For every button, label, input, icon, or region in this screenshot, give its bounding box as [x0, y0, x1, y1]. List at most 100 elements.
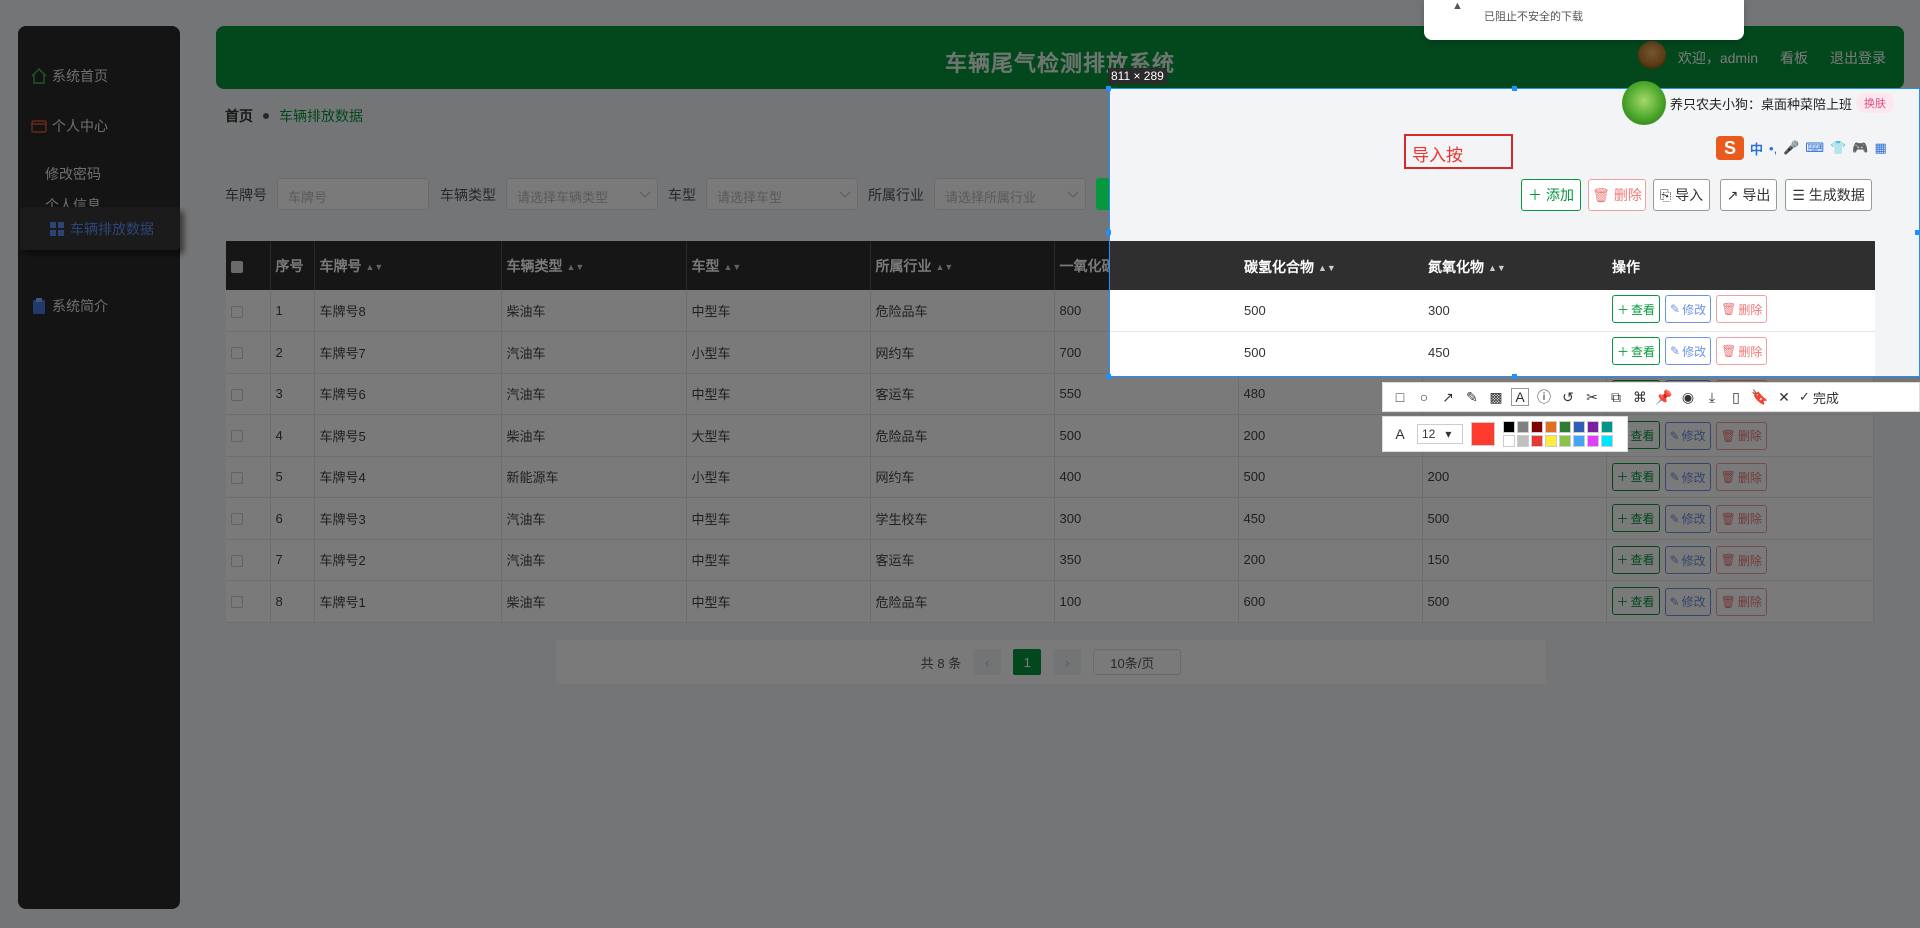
- phone-icon[interactable]: ▯: [1727, 388, 1745, 406]
- record-icon[interactable]: ◉: [1679, 388, 1697, 406]
- row-delete-button[interactable]: 🗑删除: [1715, 504, 1767, 533]
- edit-button[interactable]: ✎修改: [1664, 587, 1711, 616]
- page-button[interactable]: 1: [1013, 649, 1042, 675]
- row-delete-button[interactable]: 🗑删除: [1715, 546, 1767, 574]
- row-checkbox-cell[interactable]: [226, 497, 271, 540]
- row-checkbox-cell[interactable]: [226, 539, 271, 581]
- table-row[interactable]: 8 车牌号1 柴油车 中型车 危险品车 100 600 500 ＋查看 ✎ 修改 🗑 删除: [226, 580, 1874, 623]
- color-swatch[interactable]: [1517, 421, 1529, 433]
- color-swatch[interactable]: [1601, 435, 1613, 447]
- view-button[interactable]: ＋查看: [1611, 545, 1660, 574]
- sort-icon[interactable]: ▲▼: [1488, 263, 1506, 273]
- color-swatch[interactable]: [1559, 421, 1571, 433]
- row-checkbox-cell[interactable]: [226, 580, 271, 623]
- undo-icon[interactable]: ↺: [1559, 388, 1577, 406]
- edit-button[interactable]: ✎修改: [1665, 337, 1712, 365]
- ellipse-tool-icon[interactable]: ○: [1415, 388, 1433, 406]
- resize-handle[interactable]: [1106, 86, 1111, 91]
- gamepad-icon[interactable]: 🎮: [1852, 140, 1868, 156]
- vehicle-type-select[interactable]: 请选择车辆类型: [506, 178, 658, 210]
- col-plate[interactable]: 车牌号 ▲▼: [314, 241, 502, 290]
- news-popup[interactable]: 养只农夫小狗：桌面种菜陪上班 换肤: [1622, 81, 1920, 125]
- row-checkbox-cell[interactable]: [226, 456, 271, 498]
- color-swatch[interactable]: [1587, 421, 1599, 433]
- keyboard-icon[interactable]: ⌨: [1805, 140, 1824, 156]
- color-swatch[interactable]: [1559, 435, 1571, 447]
- news-text[interactable]: 养只农夫小狗：桌面种菜陪上班: [1670, 94, 1852, 113]
- color-swatch[interactable]: [1531, 435, 1543, 447]
- col-model[interactable]: 车型 ▲▼: [686, 241, 871, 290]
- import-button[interactable]: ⎘ 导入: [1653, 179, 1710, 211]
- color-swatch[interactable]: [1587, 435, 1599, 447]
- news-tag[interactable]: 换肤: [1856, 93, 1895, 113]
- export-button[interactable]: ↗ 导出: [1720, 179, 1777, 211]
- arrow-tool-icon[interactable]: ↗: [1439, 388, 1457, 406]
- board-link[interactable]: 看板: [1780, 48, 1808, 68]
- table-row[interactable]: 7 车牌号2 汽油车 中型车 客运车 350 200 150 ＋查看 ✎ 修改 🗑 删除: [226, 539, 1874, 581]
- download-blocked-notification[interactable]: ▲ 已阻止不安全的下载: [1424, 0, 1744, 40]
- view-button[interactable]: ＋查看: [1611, 504, 1660, 532]
- col-industry[interactable]: 所属行业 ▲▼: [870, 241, 1055, 290]
- row-delete-button[interactable]: 🗑删除: [1715, 421, 1767, 450]
- view-button[interactable]: ＋查看: [1611, 462, 1660, 491]
- sidebar-item-home[interactable]: 系统首页: [30, 66, 108, 86]
- row-checkbox-cell[interactable]: [226, 414, 271, 457]
- resize-handle[interactable]: [1512, 374, 1517, 379]
- view-button[interactable]: ＋查看: [1612, 337, 1661, 365]
- punctuation-icon[interactable]: •,: [1769, 141, 1777, 156]
- industry-select[interactable]: 请选择所属行业: [934, 178, 1086, 210]
- apps-icon[interactable]: ▦: [1875, 140, 1887, 156]
- plate-input[interactable]: 车牌号: [277, 178, 429, 210]
- ocr-icon[interactable]: ⌘: [1631, 388, 1649, 406]
- row-delete-button[interactable]: 🗑删除: [1716, 337, 1768, 365]
- row-checkbox-cell[interactable]: [226, 331, 271, 374]
- select-all-header[interactable]: [226, 241, 271, 290]
- close-icon[interactable]: ✕: [1775, 388, 1793, 406]
- resize-handle[interactable]: [1512, 86, 1517, 91]
- screenshot-selection[interactable]: ＋添加 🗑 删除 ⎘ 导入 ↗ 导出 ☰ 生成数据 碳氢化合物 ▲▼ 氮氧化物 ▲▼ 操作 …: [1109, 88, 1920, 377]
- annotation-text-input[interactable]: 导入按: [1404, 134, 1513, 169]
- sogou-logo-icon[interactable]: S: [1716, 136, 1744, 160]
- bookmark-icon[interactable]: 🔖: [1751, 388, 1769, 406]
- sidebar-item-change-password[interactable]: 修改密码: [45, 164, 101, 184]
- color-swatch[interactable]: [1601, 421, 1613, 433]
- color-swatch[interactable]: [1531, 421, 1543, 433]
- color-swatch[interactable]: [1573, 421, 1585, 433]
- logout-link[interactable]: 退出登录: [1830, 48, 1886, 68]
- done-button[interactable]: ✓ 完成: [1799, 388, 1839, 407]
- edit-button[interactable]: ✎修改: [1664, 421, 1711, 450]
- avatar[interactable]: [1638, 41, 1666, 69]
- next-page-button[interactable]: ›: [1053, 649, 1082, 675]
- font-size-select[interactable]: 12 ▾: [1417, 424, 1463, 444]
- sort-icon[interactable]: ▲▼: [1318, 263, 1336, 273]
- text-tool-icon[interactable]: A: [1511, 388, 1529, 406]
- row-checkbox[interactable]: [231, 554, 243, 567]
- view-button[interactable]: ＋查看: [1612, 295, 1661, 323]
- row-checkbox[interactable]: [231, 471, 243, 484]
- mosaic-tool-icon[interactable]: ▩: [1487, 388, 1505, 406]
- breadcrumb-home[interactable]: 首页: [225, 106, 253, 126]
- row-checkbox[interactable]: [231, 388, 243, 401]
- number-tool-icon[interactable]: ⓘ: [1535, 388, 1553, 406]
- row-delete-button[interactable]: 🗑删除: [1715, 463, 1767, 491]
- sidebar-item-intro[interactable]: 系统简介: [30, 296, 108, 316]
- add-button[interactable]: ＋添加: [1521, 179, 1581, 211]
- row-checkbox-cell[interactable]: [226, 290, 271, 332]
- color-swatch[interactable]: [1503, 421, 1515, 433]
- color-swatch[interactable]: [1545, 421, 1557, 433]
- generate-data-button[interactable]: ☰ 生成数据: [1785, 179, 1872, 211]
- row-delete-button[interactable]: 🗑删除: [1715, 587, 1767, 616]
- color-swatch[interactable]: [1503, 435, 1515, 447]
- current-color-swatch[interactable]: [1471, 422, 1495, 446]
- pen-tool-icon[interactable]: ✎: [1463, 388, 1481, 406]
- sidebar-item-emission-data[interactable]: 车辆排放数据: [20, 207, 180, 250]
- resize-handle[interactable]: [1915, 230, 1920, 235]
- edit-button[interactable]: ✎修改: [1665, 295, 1712, 323]
- download-icon[interactable]: ⤓: [1703, 388, 1721, 406]
- row-delete-button[interactable]: 🗑删除: [1716, 295, 1768, 323]
- color-swatch[interactable]: [1573, 435, 1585, 447]
- row-checkbox[interactable]: [231, 513, 243, 526]
- row-checkbox[interactable]: [231, 596, 243, 609]
- skin-icon[interactable]: 👕: [1830, 140, 1846, 156]
- sidebar-item-personal[interactable]: 个人中心: [30, 116, 108, 136]
